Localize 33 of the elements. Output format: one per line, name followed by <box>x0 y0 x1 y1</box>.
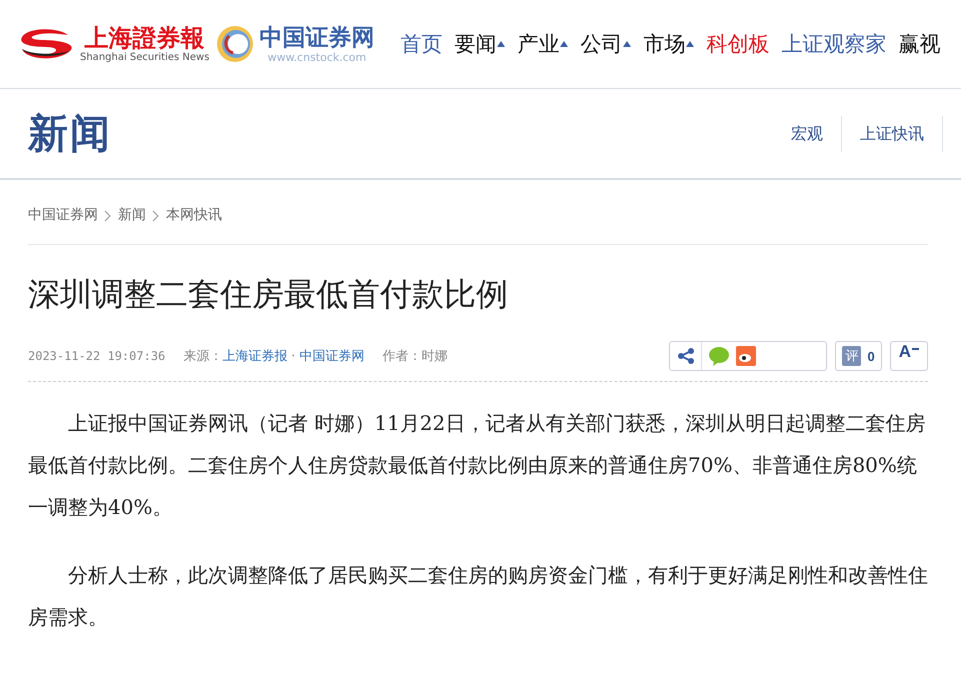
nav-link[interactable]: 产业 <box>517 30 568 58</box>
logo-subtitle: Shanghai Securities News <box>80 52 210 62</box>
nav-link[interactable]: 要闻 <box>454 30 506 58</box>
separator-dot: · <box>291 348 296 364</box>
source-link[interactable]: 中国证券网 <box>299 347 364 365</box>
article-paragraph: 分析人士称，此次调整降低了居民购买二套住房的购房资金门槛，有利于更好满足刚性和改善性住房需求。 <box>28 562 928 631</box>
comment-button[interactable]: 评 0 <box>835 341 882 371</box>
nav-link[interactable]: 首页 <box>400 30 442 58</box>
logo-subtitle: www.cnstock.com <box>268 52 366 62</box>
source-link[interactable]: 上海证券报 <box>222 347 288 365</box>
publish-time: 2023-11-22 19:07:36 <box>28 349 166 363</box>
article-title: 深圳调整二套住房最低首付款比例 <box>28 274 509 315</box>
section-link[interactable]: 宏观 <box>773 116 841 152</box>
share-icon <box>676 347 695 365</box>
section-title: 新闻 <box>28 110 112 159</box>
font-size-button[interactable]: A <box>890 341 928 371</box>
nav-link[interactable]: 赢视 <box>898 30 940 58</box>
breadcrumb-link[interactable]: 本网快讯 <box>166 206 222 224</box>
nav-link[interactable]: 市场 <box>643 30 694 58</box>
article-paragraph: 上证报中国证券网讯（记者 时娜）11月22日，记者从有关部门获悉，深圳从明日起调整二套住房最低首付款比例。二套住房个人住房贷款最低首付款比例由原来的普通住房70%、非普通住房80%统一调整为40%。 <box>28 410 926 521</box>
logo-name: 中国证券网 <box>259 26 374 48</box>
chevron-icon <box>152 210 160 222</box>
breadcrumb-link[interactable]: 新闻 <box>118 206 146 224</box>
breadcrumb-link[interactable]: 中国证券网 <box>28 206 98 224</box>
nav-link[interactable]: 上证观察家 <box>781 30 886 58</box>
nav-link[interactable]: 公司 <box>580 30 632 58</box>
source-label: 来源： <box>183 348 222 365</box>
section-link[interactable]: 上证快讯 <box>841 116 943 152</box>
logo-icon <box>215 24 256 64</box>
nav-link[interactable]: 科创板 <box>706 30 770 58</box>
logo-name: 上海證券報 <box>84 26 205 50</box>
author: 作者：时娜 <box>382 348 448 365</box>
chevron-icon <box>104 210 112 222</box>
